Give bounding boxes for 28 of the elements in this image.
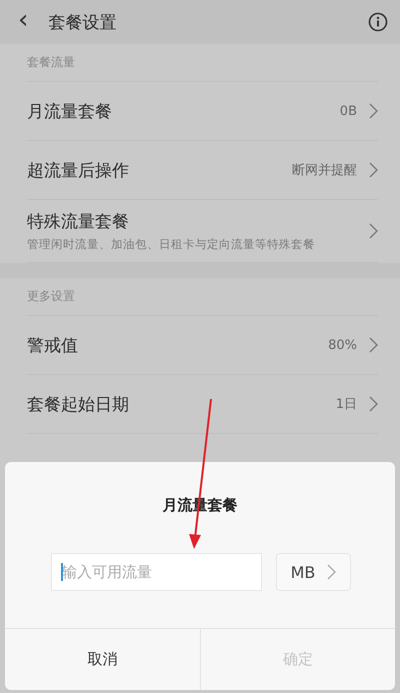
info-icon[interactable] xyxy=(368,12,388,32)
row-label: 月流量套餐 xyxy=(27,100,113,122)
row-value: 1日 xyxy=(336,396,357,413)
settings-row[interactable]: 超流量后操作 断网并提醒 xyxy=(27,141,378,200)
row-label: 警戒值 xyxy=(27,334,79,356)
back-button[interactable]: ‹ xyxy=(12,5,34,39)
row-value: 80% xyxy=(328,338,357,352)
chevron-icon xyxy=(327,564,336,580)
settings-row[interactable]: 月流量套餐 0B xyxy=(27,82,378,141)
chevron-icon xyxy=(369,103,378,119)
page-title: 套餐设置 xyxy=(48,12,118,34)
dialog-button[interactable]: 取消 xyxy=(5,629,200,690)
settings-row[interactable]: 警戒值 80% xyxy=(27,316,378,375)
row-description: 管理闲时流量、加油包、日租卡与定向流量等特殊套餐 xyxy=(27,237,316,252)
row-label: 特殊流量套餐 xyxy=(27,211,130,233)
chevron-icon xyxy=(369,223,378,239)
unit-button[interactable]: MB xyxy=(276,553,351,591)
chevron-icon xyxy=(369,162,378,178)
row-value: 0B xyxy=(340,104,357,118)
settings-row[interactable]: 套餐起始日期 1日 xyxy=(27,375,378,434)
chevron-icon xyxy=(369,396,378,412)
row-label: 套餐起始日期 xyxy=(27,394,130,416)
chevron-icon xyxy=(369,337,378,353)
input-field[interactable]: 输入可用流量 xyxy=(51,553,262,591)
row-label: 超流量后操作 xyxy=(27,160,130,182)
row-value: 断网并提醒 xyxy=(292,162,357,179)
section-header: 套餐流量 xyxy=(27,54,75,71)
section-header: 更多设置 xyxy=(27,288,75,305)
